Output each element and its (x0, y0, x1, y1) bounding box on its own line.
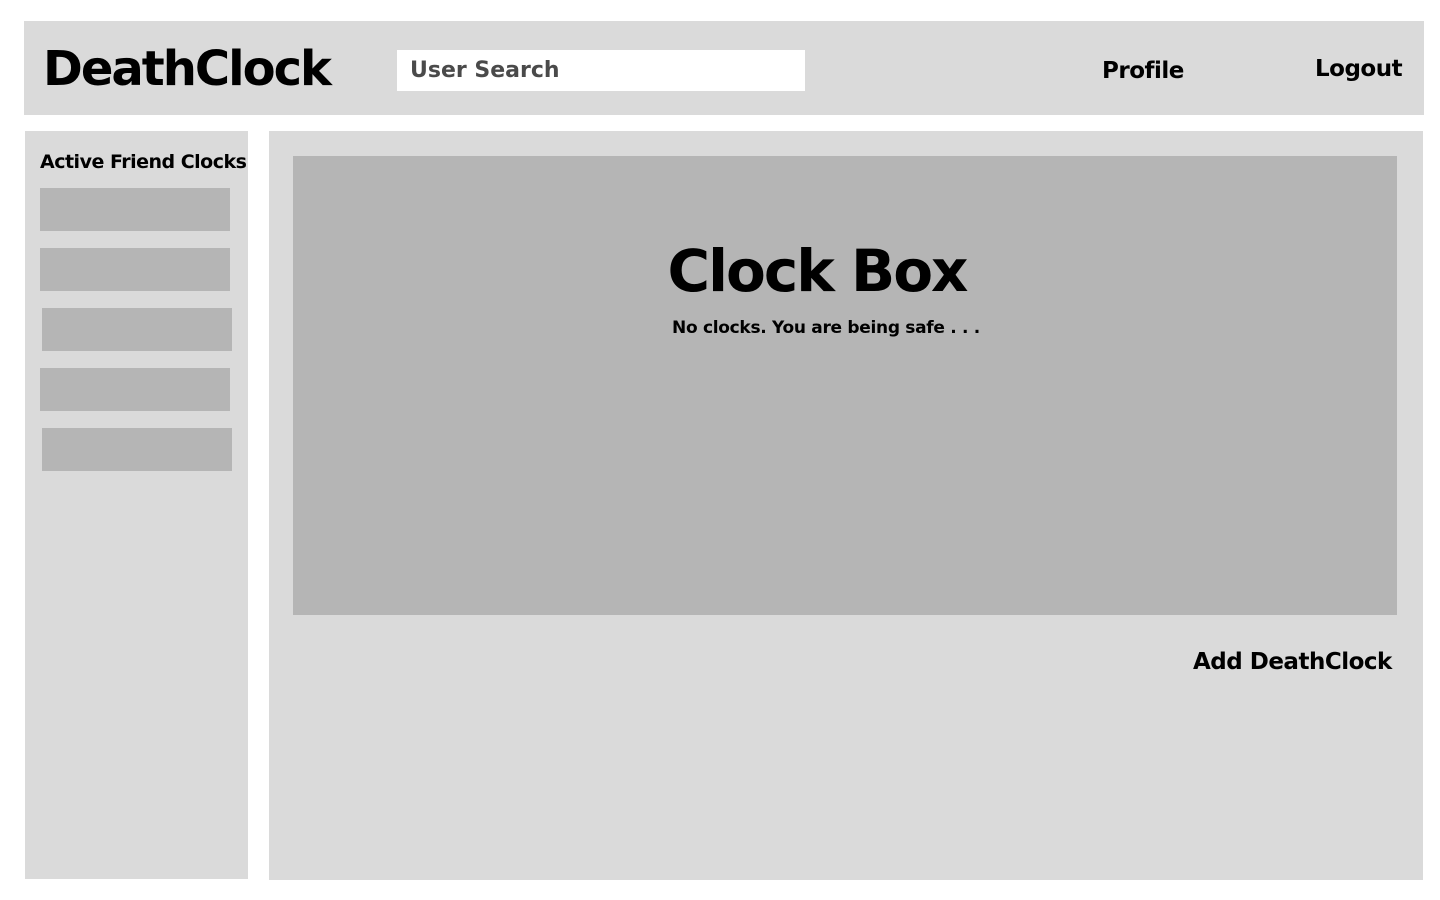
user-search-input[interactable] (397, 50, 805, 91)
add-deathclock-button[interactable]: Add DeathClock (1193, 649, 1392, 675)
empty-clocks-message: No clocks. You are being safe . . . (672, 318, 980, 338)
sidebar-title: Active Friend Clocks (40, 151, 247, 173)
clock-box: Clock Box No clocks. You are being safe … (293, 156, 1397, 615)
friend-clock-item[interactable] (40, 188, 230, 231)
friend-clock-item[interactable] (40, 248, 230, 291)
top-header: DeathClock Profile Logout (24, 21, 1424, 115)
friend-clock-item[interactable] (40, 368, 230, 411)
logout-link[interactable]: Logout (1315, 55, 1403, 83)
friend-clocks-sidebar: Active Friend Clocks (25, 131, 248, 879)
clock-box-title: Clock Box (667, 237, 969, 305)
main-panel: Clock Box No clocks. You are being safe … (269, 131, 1423, 880)
app-logo[interactable]: DeathClock (43, 41, 332, 97)
profile-link[interactable]: Profile (1102, 57, 1184, 85)
friend-clock-item[interactable] (42, 428, 232, 471)
friend-clock-item[interactable] (42, 308, 232, 351)
